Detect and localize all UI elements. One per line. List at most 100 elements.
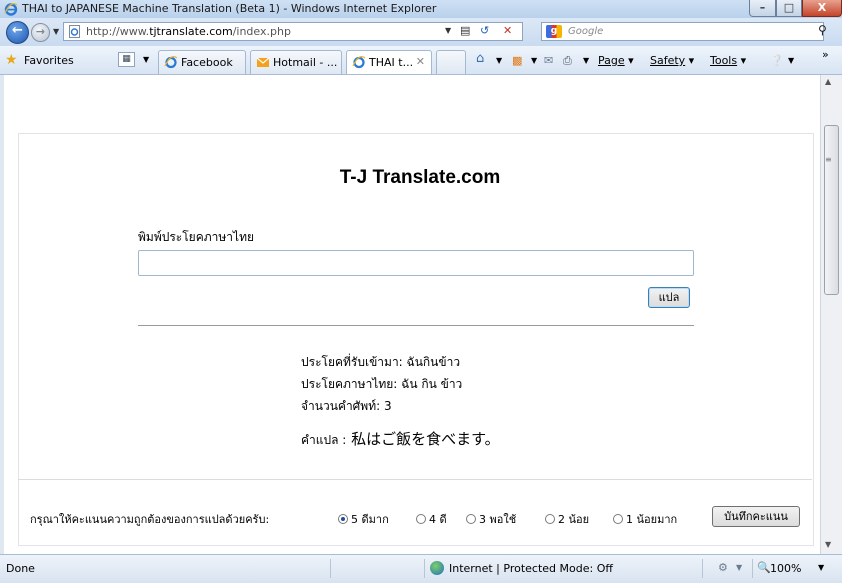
home-icon[interactable]: ⌂ — [476, 51, 484, 66]
add-on-icon[interactable]: ⚙ — [718, 561, 728, 574]
stop-icon[interactable]: ✕ — [503, 24, 512, 37]
divider — [18, 479, 812, 480]
favorites-bar: ★ Favorites ▦ ▼ Facebook Hotmail - ... T… — [0, 46, 842, 75]
print-icon[interactable]: ⎙ — [563, 54, 572, 68]
received-sentence: ประโยคที่รับเข้ามา: ฉันกินข้าว — [301, 355, 461, 369]
radio-unselected[interactable] — [545, 514, 555, 524]
radio-unselected[interactable] — [416, 514, 426, 524]
status-separator — [752, 559, 753, 578]
back-arrow-icon: ← — [12, 23, 23, 38]
security-zone[interactable]: Internet | Protected Mode: Off — [449, 562, 613, 575]
frame-edge — [0, 75, 4, 554]
page-menu[interactable]: Page ▾ — [598, 54, 634, 67]
tab-label: THAI t... — [369, 56, 414, 69]
scroll-grip-icon: ≡ — [825, 155, 832, 164]
tab-list-dropdown-icon[interactable]: ▼ — [143, 55, 149, 64]
page-viewport: T-J Translate.com พิมพ์ประโยคภาษาไทย แปล… — [0, 75, 842, 554]
rating-option-label: 1 น้อยมาก — [626, 513, 678, 526]
quick-tabs-icon[interactable]: ▦ — [118, 52, 135, 67]
rating-option-3[interactable]: 3 พอใช้ — [466, 510, 516, 528]
status-separator — [702, 559, 703, 578]
back-button[interactable]: ← — [6, 21, 29, 44]
rating-option-5[interactable]: 5 ดีมาก — [338, 510, 389, 528]
rating-option-1[interactable]: 1 น้อยมาก — [613, 510, 677, 528]
zoom-dropdown-icon[interactable]: ▼ — [818, 563, 824, 572]
thai-sentence-input[interactable] — [138, 250, 694, 276]
feeds-dropdown-icon[interactable]: ▼ — [531, 56, 537, 65]
scroll-down-icon[interactable]: ▼ — [825, 540, 831, 549]
ie-page-icon — [352, 56, 366, 69]
refresh-icon[interactable]: ↺ — [480, 24, 489, 37]
scroll-thumb[interactable] — [824, 125, 839, 295]
history-dropdown-icon[interactable]: ▼ — [53, 27, 59, 36]
forward-button[interactable]: → — [31, 23, 50, 42]
print-dropdown-icon[interactable]: ▼ — [583, 56, 589, 65]
rating-option-4[interactable]: 4 ดี — [416, 510, 447, 528]
address-toolbar: ← → ▼ http://www.tjtranslate.com/index.p… — [0, 18, 842, 46]
radio-unselected[interactable] — [466, 514, 476, 524]
address-field[interactable]: http://www.tjtranslate.com/index.php ▼ ▤… — [63, 22, 523, 41]
thai-segmented-sentence: ประโยคภาษาไทย: ฉัน กิน ข้าว — [301, 377, 463, 391]
hotmail-icon — [256, 57, 270, 67]
home-dropdown-icon[interactable]: ▼ — [496, 56, 502, 65]
ie-page-icon — [164, 56, 178, 69]
radio-unselected[interactable] — [613, 514, 623, 524]
vertical-scrollbar[interactable]: ▲ ≡ ▼ — [820, 75, 842, 554]
tools-menu-label: Tools — [710, 54, 738, 67]
maximize-icon: □ — [783, 1, 795, 14]
status-separator — [424, 559, 425, 578]
address-dropdown-icon[interactable]: ▼ — [445, 26, 451, 35]
tab-label: Facebook — [181, 56, 233, 69]
minimize-button[interactable]: – — [749, 0, 776, 17]
favorites-button[interactable]: Favorites — [24, 54, 74, 67]
window-title: THAI to JAPANESE Machine Translation (Be… — [22, 2, 437, 15]
status-bar: Done Internet | Protected Mode: Off ⚙ ▼ … — [0, 554, 842, 583]
help-icon[interactable]: ❔ — [770, 54, 784, 67]
toolbar-overflow-icon[interactable]: » — [822, 48, 829, 61]
rating-prompt: กรุณาให้คะแนนความถูกต้องของการแปลด้วยครั… — [30, 513, 270, 526]
feeds-icon[interactable]: ▩ — [512, 54, 522, 67]
tab-facebook[interactable]: Facebook — [158, 50, 246, 74]
divider — [138, 325, 694, 326]
search-field[interactable]: g Google — [541, 22, 824, 41]
tools-menu[interactable]: Tools ▾ — [710, 54, 746, 67]
close-tab-icon[interactable]: ✕ — [416, 55, 425, 68]
internet-globe-icon — [430, 561, 444, 575]
tab-hotmail[interactable]: Hotmail - ... — [250, 50, 342, 74]
google-logo-icon: g — [546, 25, 562, 38]
rating-option-label: 3 พอใช้ — [479, 513, 517, 526]
internet-explorer-icon — [4, 2, 18, 16]
add-on-dropdown-icon[interactable]: ▼ — [736, 563, 742, 572]
status-separator — [330, 559, 331, 578]
scroll-up-icon[interactable]: ▲ — [825, 77, 831, 86]
new-tab-button[interactable] — [436, 50, 466, 74]
compatibility-view-icon[interactable]: ▤ — [460, 24, 470, 37]
favorites-star-icon[interactable]: ★ — [5, 52, 18, 68]
translation-line: คำแปล : 私はご飯を食べます。 — [301, 428, 500, 450]
rating-option-2[interactable]: 2 น้อย — [545, 510, 589, 528]
search-placeholder: Google — [568, 26, 604, 37]
translate-button[interactable]: แปล — [648, 287, 690, 308]
content-panel — [18, 133, 814, 546]
safety-menu-label: Safety — [650, 54, 686, 67]
zoom-icon[interactable]: 🔍 — [757, 561, 771, 574]
search-icon[interactable]: ⚲ — [818, 23, 827, 37]
read-mail-icon[interactable]: ✉ — [544, 54, 553, 67]
safety-menu[interactable]: Safety ▾ — [650, 54, 694, 67]
url-path: /index.php — [232, 25, 291, 38]
tab-thai-translate[interactable]: THAI t... ✕ — [346, 50, 432, 74]
maximize-button[interactable]: □ — [776, 0, 802, 17]
close-icon: X — [817, 1, 827, 14]
rating-option-label: 2 น้อย — [558, 513, 590, 526]
translation-text: 私はご飯を食べます。 — [351, 430, 500, 448]
save-rating-button[interactable]: บันทึกคะแนน — [712, 506, 800, 527]
translation-label: คำแปล : — [301, 433, 347, 447]
zoom-level[interactable]: 100% — [770, 562, 801, 575]
status-text: Done — [6, 562, 35, 575]
help-dropdown-icon[interactable]: ▼ — [788, 56, 794, 65]
radio-selected[interactable] — [338, 514, 348, 524]
rating-option-label: 5 ดีมาก — [351, 513, 389, 526]
forward-arrow-icon: → — [35, 25, 46, 38]
close-window-button[interactable]: X — [802, 0, 842, 17]
site-title: T-J Translate.com — [339, 167, 501, 188]
